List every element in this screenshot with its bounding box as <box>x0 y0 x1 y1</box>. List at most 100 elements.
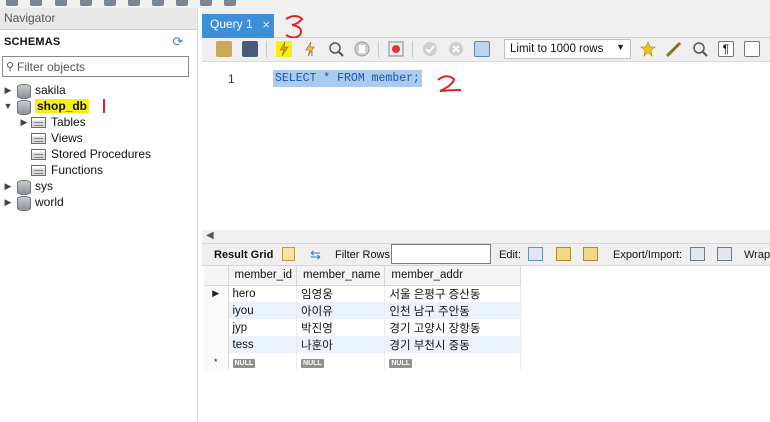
schema-item-world[interactable]: ▶ world <box>0 194 197 211</box>
limit-rows-select[interactable]: Limit to 1000 rows ▼ <box>504 39 631 59</box>
handwritten-3-annotation: 3 <box>285 15 304 39</box>
stop-hand-icon[interactable] <box>354 41 370 57</box>
search-table-icon[interactable] <box>200 0 212 6</box>
collapse-arrow-icon[interactable]: ▼ <box>3 101 13 111</box>
delete-row-icon[interactable] <box>583 247 598 261</box>
filter-objects-input[interactable] <box>17 59 187 74</box>
database-icon <box>17 179 31 195</box>
database-icon <box>17 195 31 211</box>
schema-label: world <box>35 195 64 209</box>
save-icon[interactable] <box>242 41 258 57</box>
cell[interactable]: 나훈아 <box>296 336 386 353</box>
row-marker <box>204 319 229 336</box>
open-file-icon[interactable] <box>55 0 67 6</box>
folder-item-stored-procedures[interactable]: Stored Procedures <box>0 146 197 162</box>
open-sql-icon[interactable] <box>30 0 42 6</box>
cell[interactable]: 박진영 <box>296 319 386 336</box>
beautify-brush-icon[interactable] <box>665 41 682 58</box>
cell[interactable]: 경기 고양시 장항동 <box>384 319 522 336</box>
create-procedure-icon[interactable] <box>152 0 164 6</box>
create-table-icon[interactable] <box>104 0 116 6</box>
export-icon[interactable] <box>690 247 705 261</box>
sql-statement[interactable]: SELECT * FROM member; <box>273 70 422 87</box>
refresh-rows-icon[interactable]: ⇆ <box>310 247 321 263</box>
explain-magnifier-icon[interactable] <box>328 41 344 57</box>
navigator-panel: Navigator SCHEMAS ⟳ ⚲ ▶ sakila ▼ shop_db… <box>0 8 198 422</box>
folder-label: Views <box>51 131 83 145</box>
cell[interactable]: 경기 부천시 중동 <box>384 336 522 353</box>
commit-icon[interactable] <box>422 41 438 57</box>
cell[interactable]: hero <box>228 285 298 302</box>
table-folder-icon <box>31 116 46 128</box>
cell[interactable]: 아이유 <box>296 302 386 319</box>
schema-label: sys <box>35 179 53 193</box>
table-row[interactable]: tess 나훈아 경기 부천시 중동 <box>204 336 522 353</box>
open-file-icon[interactable] <box>216 41 232 57</box>
tab-bar: Query 1 × 3 <box>202 8 770 39</box>
schema-item-shop-db[interactable]: ▼ shop_db <box>0 98 197 115</box>
database-icon <box>17 99 31 115</box>
horizontal-scrollbar[interactable]: ◀ <box>202 230 770 244</box>
refresh-icon[interactable]: ⟳ <box>171 35 185 49</box>
folder-item-tables[interactable]: ▶ Tables <box>0 114 197 130</box>
table-row[interactable]: ▶ hero 임영웅 서울 은평구 증산동 <box>204 285 522 302</box>
execute-lightning-icon[interactable] <box>276 41 292 57</box>
new-connection-icon[interactable] <box>6 0 18 6</box>
reconnect-icon[interactable] <box>224 0 236 6</box>
schema-item-sakila[interactable]: ▶ sakila <box>0 82 197 99</box>
autocommit-icon[interactable] <box>474 41 490 57</box>
cell[interactable]: tess <box>228 336 298 353</box>
create-function-icon[interactable] <box>176 0 188 6</box>
cell[interactable]: NULL <box>228 353 298 370</box>
schema-label: shop_db <box>35 99 89 113</box>
bookmark-star-icon[interactable] <box>640 41 656 57</box>
query-editor: Query 1 × 3 I <box>202 8 770 422</box>
new-row[interactable]: * NULL NULL NULL <box>204 353 522 370</box>
rollback-icon[interactable] <box>448 41 464 57</box>
table-row[interactable]: iyou 아이유 인천 남구 주안동 <box>204 302 522 319</box>
grid-view-icon[interactable] <box>282 247 295 261</box>
line-number: 1 <box>228 72 235 86</box>
column-header[interactable]: member_name <box>296 266 386 286</box>
filter-rows-input[interactable] <box>391 244 491 264</box>
workbench-window: Navigator SCHEMAS ⟳ ⚲ ▶ sakila ▼ shop_db… <box>0 0 770 422</box>
create-view-icon[interactable] <box>128 0 140 6</box>
expand-arrow-icon[interactable]: ▶ <box>3 197 13 208</box>
cell[interactable]: 서울 은평구 증산동 <box>384 285 522 302</box>
scroll-left-arrow-icon[interactable]: ◀ <box>206 230 214 241</box>
invisible-chars-pilcrow-icon[interactable]: ¶ <box>718 41 734 57</box>
edit-row-icon[interactable] <box>528 247 543 261</box>
folder-item-views[interactable]: Views <box>0 130 197 146</box>
insert-row-icon[interactable] <box>556 247 571 261</box>
folder-label: Stored Procedures <box>51 147 152 161</box>
cell[interactable]: NULL <box>384 353 522 370</box>
wrap-lines-icon[interactable] <box>744 41 760 57</box>
code-area[interactable]: 1 SELECT * FROM member; 2 <box>202 62 770 222</box>
result-toolbar: Result Grid ⇆ Filter Rows: Edit: Export/… <box>202 243 770 266</box>
folder-item-functions[interactable]: Functions <box>0 162 197 178</box>
find-magnifier-icon[interactable] <box>692 41 708 57</box>
toggle-error-icon[interactable] <box>388 41 404 57</box>
column-header[interactable]: member_id <box>228 266 298 286</box>
schemas-header: SCHEMAS ⟳ <box>0 30 197 54</box>
column-header[interactable]: member_addr <box>384 266 522 286</box>
result-grid-label[interactable]: Result Grid <box>214 249 273 261</box>
table-row[interactable]: jyp 박진영 경기 고양시 장항동 <box>204 319 522 336</box>
cell[interactable]: iyou <box>228 302 298 319</box>
expand-arrow-icon[interactable]: ▶ <box>3 181 13 192</box>
cell[interactable]: 인천 남구 주안동 <box>384 302 522 319</box>
import-icon[interactable] <box>717 247 732 261</box>
close-icon[interactable]: × <box>262 17 270 32</box>
folder-label: Functions <box>51 163 104 177</box>
execute-current-icon[interactable]: I <box>302 41 318 58</box>
create-schema-icon[interactable] <box>80 0 92 6</box>
expand-arrow-icon[interactable]: ▶ <box>3 85 13 96</box>
expand-arrow-icon[interactable]: ▶ <box>19 117 29 128</box>
schema-item-sys[interactable]: ▶ sys <box>0 178 197 195</box>
cell[interactable]: NULL <box>296 353 386 370</box>
tab-query-1[interactable]: Query 1 × <box>202 14 274 38</box>
cell[interactable]: jyp <box>228 319 298 336</box>
cell[interactable]: 임영웅 <box>296 285 386 302</box>
null-badge: NULL <box>389 358 413 368</box>
schemas-title: SCHEMAS <box>4 36 61 48</box>
